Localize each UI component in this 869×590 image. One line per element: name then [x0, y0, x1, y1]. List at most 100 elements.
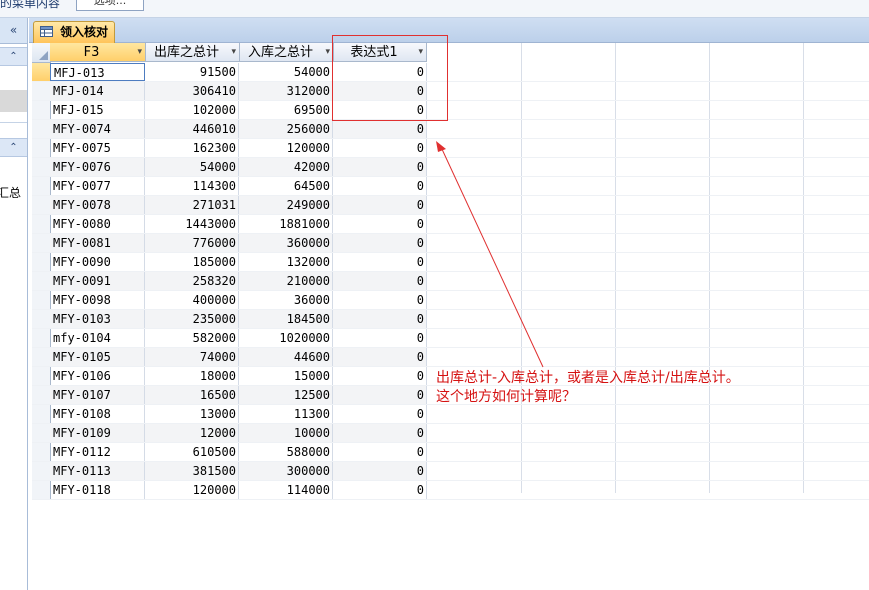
cell-expr1[interactable]: 0	[333, 291, 427, 309]
column-header-f3[interactable]: F3 ▾	[50, 43, 146, 62]
cell-out-total[interactable]: 162300	[145, 139, 239, 157]
column-header-in-total[interactable]: 入库之总计 ▾	[240, 43, 334, 62]
cell-out-total[interactable]: 120000	[145, 481, 239, 499]
row-selector[interactable]	[32, 120, 50, 139]
cell-in-total[interactable]: 12500	[239, 386, 333, 404]
cell-f3[interactable]: MFJ-013	[50, 63, 145, 81]
cell-expr1[interactable]: 0	[333, 310, 427, 328]
row-selector[interactable]	[32, 177, 50, 196]
cell-out-total[interactable]: 610500	[145, 443, 239, 461]
cell-out-total[interactable]: 185000	[145, 253, 239, 271]
options-button[interactable]: 选项...	[76, 0, 144, 11]
cell-expr1[interactable]: 0	[333, 386, 427, 404]
cell-f3[interactable]: MFY-0106	[50, 367, 145, 385]
cell-f3[interactable]: MFY-0103	[50, 310, 145, 328]
cell-out-total[interactable]: 776000	[145, 234, 239, 252]
cell-expr1[interactable]: 0	[333, 272, 427, 290]
cell-in-total[interactable]: 69500	[239, 101, 333, 119]
cell-in-total[interactable]: 184500	[239, 310, 333, 328]
cell-f3[interactable]: MFY-0078	[50, 196, 145, 214]
cell-expr1[interactable]: 0	[333, 329, 427, 347]
cell-expr1[interactable]: 0	[333, 139, 427, 157]
cell-out-total[interactable]: 18000	[145, 367, 239, 385]
cell-in-total[interactable]: 36000	[239, 291, 333, 309]
cell-out-total[interactable]: 102000	[145, 101, 239, 119]
select-all-button[interactable]	[32, 43, 51, 63]
cell-out-total[interactable]: 400000	[145, 291, 239, 309]
cell-in-total[interactable]: 1881000	[239, 215, 333, 233]
chevron-down-icon[interactable]: ▾	[231, 43, 236, 62]
cell-expr1[interactable]: 0	[333, 196, 427, 214]
row-selector[interactable]	[32, 158, 50, 177]
cell-out-total[interactable]: 235000	[145, 310, 239, 328]
chevron-down-icon[interactable]: ▾	[137, 43, 142, 62]
cell-expr1[interactable]: 0	[333, 158, 427, 176]
nav-section-toggle[interactable]: ⌃	[0, 47, 27, 66]
cell-f3[interactable]: MFY-0090	[50, 253, 145, 271]
row-selector[interactable]	[32, 386, 50, 405]
row-selector[interactable]	[32, 405, 50, 424]
cell-f3[interactable]: MFY-0077	[50, 177, 145, 195]
cell-in-total[interactable]: 54000	[239, 63, 333, 81]
row-selector[interactable]	[32, 215, 50, 234]
cell-in-total[interactable]: 120000	[239, 139, 333, 157]
cell-expr1[interactable]: 0	[333, 177, 427, 195]
cell-f3[interactable]: MFY-0074	[50, 120, 145, 138]
cell-f3[interactable]: MFY-0107	[50, 386, 145, 404]
cell-out-total[interactable]: 271031	[145, 196, 239, 214]
cell-in-total[interactable]: 249000	[239, 196, 333, 214]
cell-expr1[interactable]: 0	[333, 424, 427, 442]
nav-item-label[interactable]: 汇总	[0, 184, 21, 201]
cell-f3[interactable]: MFY-0098	[50, 291, 145, 309]
cell-f3[interactable]: MFY-0109	[50, 424, 145, 442]
row-selector[interactable]	[32, 291, 50, 310]
cell-in-total[interactable]: 10000	[239, 424, 333, 442]
cell-expr1[interactable]: 0	[333, 481, 427, 499]
row-selector[interactable]	[32, 481, 50, 500]
cell-in-total[interactable]: 300000	[239, 462, 333, 480]
row-selector[interactable]	[32, 462, 50, 481]
row-selector[interactable]	[32, 196, 50, 215]
cell-f3[interactable]: mfy-0104	[50, 329, 145, 347]
cell-f3[interactable]: MFY-0076	[50, 158, 145, 176]
cell-in-total[interactable]: 360000	[239, 234, 333, 252]
cell-in-total[interactable]: 132000	[239, 253, 333, 271]
row-selector[interactable]	[32, 329, 50, 348]
cell-in-total[interactable]: 256000	[239, 120, 333, 138]
cell-in-total[interactable]: 210000	[239, 272, 333, 290]
collapse-nav-button[interactable]: «	[0, 18, 27, 44]
cell-in-total[interactable]: 588000	[239, 443, 333, 461]
cell-f3[interactable]: MFY-0113	[50, 462, 145, 480]
cell-f3[interactable]: MFY-0112	[50, 443, 145, 461]
cell-out-total[interactable]: 258320	[145, 272, 239, 290]
cell-in-total[interactable]: 15000	[239, 367, 333, 385]
cell-f3[interactable]: MFY-0091	[50, 272, 145, 290]
row-selector[interactable]	[32, 139, 50, 158]
cell-expr1[interactable]: 0	[333, 462, 427, 480]
row-selector[interactable]	[32, 424, 50, 443]
nav-section-toggle-2[interactable]: ⌃	[0, 138, 27, 157]
cell-out-total[interactable]: 114300	[145, 177, 239, 195]
nav-selected-item[interactable]	[0, 90, 27, 112]
cell-out-total[interactable]: 381500	[145, 462, 239, 480]
cell-in-total[interactable]: 312000	[239, 82, 333, 100]
tab-query[interactable]: 领入核对	[33, 21, 115, 43]
cell-out-total[interactable]: 13000	[145, 405, 239, 423]
row-selector[interactable]	[32, 272, 50, 291]
cell-out-total[interactable]: 306410	[145, 82, 239, 100]
row-selector[interactable]	[32, 253, 50, 272]
row-selector[interactable]	[32, 367, 50, 386]
cell-f3[interactable]: MFY-0105	[50, 348, 145, 366]
cell-expr1[interactable]: 0	[333, 367, 427, 385]
cell-expr1[interactable]: 0	[333, 120, 427, 138]
cell-f3[interactable]: MFY-0081	[50, 234, 145, 252]
cell-f3[interactable]: MFY-0118	[50, 481, 145, 499]
row-selector[interactable]	[32, 348, 50, 367]
column-header-out-total[interactable]: 出库之总计 ▾	[146, 43, 240, 62]
cell-out-total[interactable]: 446010	[145, 120, 239, 138]
cell-in-total[interactable]: 1020000	[239, 329, 333, 347]
row-selector[interactable]	[32, 234, 50, 253]
cell-in-total[interactable]: 44600	[239, 348, 333, 366]
row-selector[interactable]	[32, 101, 50, 120]
cell-out-total[interactable]: 12000	[145, 424, 239, 442]
